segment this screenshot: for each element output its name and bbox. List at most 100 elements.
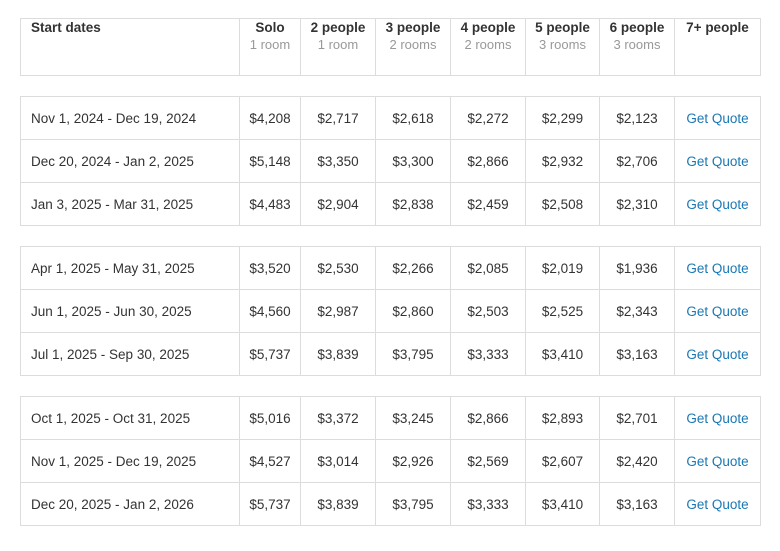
quote-cell: Get Quote — [674, 289, 761, 333]
start-date-range: Apr 1, 2025 - May 31, 2025 — [20, 246, 240, 290]
price-cell: $3,372 — [300, 396, 376, 440]
header-title: 6 people — [609, 20, 665, 35]
header-rooms: 1 room — [317, 37, 359, 52]
header-solo: Solo 1 room — [239, 18, 301, 76]
price-cell: $5,148 — [239, 139, 301, 183]
header-6-people: 6 people 3 rooms — [599, 18, 675, 76]
header-title: 2 people — [310, 20, 366, 35]
date-group-table: Oct 1, 2025 - Oct 31, 2025 $5,016 $3,372 $3… — [20, 396, 761, 526]
header-row: Start dates Solo 1 room 2 people 1 room … — [20, 18, 761, 76]
header-rooms: 1 room — [249, 37, 291, 52]
price-cell: $2,310 — [599, 182, 675, 226]
table-row: Nov 1, 2024 - Dec 19, 2024 $4,208 $2,717 $2… — [20, 96, 761, 140]
header-title: Solo — [255, 20, 285, 35]
start-date-range: Nov 1, 2024 - Dec 19, 2024 — [20, 96, 240, 140]
get-quote-link[interactable]: Get Quote — [686, 304, 748, 319]
price-cell: $2,987 — [300, 289, 376, 333]
price-cell: $3,163 — [599, 332, 675, 376]
get-quote-link[interactable]: Get Quote — [686, 454, 748, 469]
start-date-range: Jan 3, 2025 - Mar 31, 2025 — [20, 182, 240, 226]
price-cell: $3,245 — [375, 396, 451, 440]
quote-cell: Get Quote — [674, 139, 761, 183]
quote-cell: Get Quote — [674, 96, 761, 140]
price-cell: $3,839 — [300, 482, 376, 526]
price-cell: $5,016 — [239, 396, 301, 440]
price-cell: $2,123 — [599, 96, 675, 140]
get-quote-link[interactable]: Get Quote — [686, 111, 748, 126]
header-rooms: 2 rooms — [464, 37, 512, 52]
table-row: Dec 20, 2025 - Jan 2, 2026 $5,737 $3,839 $3… — [20, 482, 761, 526]
header-rooms: 3 rooms — [539, 37, 586, 52]
price-cell: $4,560 — [239, 289, 301, 333]
price-cell: $3,795 — [375, 332, 451, 376]
price-cell: $2,893 — [525, 396, 600, 440]
price-cell: $2,860 — [375, 289, 451, 333]
get-quote-link[interactable]: Get Quote — [686, 197, 748, 212]
price-cell: $2,019 — [525, 246, 600, 290]
pricing-header: Start dates Solo 1 room 2 people 1 room … — [20, 18, 761, 76]
price-cell: $4,483 — [239, 182, 301, 226]
price-cell: $2,569 — [450, 439, 526, 483]
start-date-range: Jun 1, 2025 - Jun 30, 2025 — [20, 289, 240, 333]
price-cell: $1,936 — [599, 246, 675, 290]
date-group-table: Apr 1, 2025 - May 31, 2025 $3,520 $2,530 $2… — [20, 246, 761, 376]
price-cell: $4,527 — [239, 439, 301, 483]
header-2-people: 2 people 1 room — [300, 18, 376, 76]
header-3-people: 3 people 2 rooms — [375, 18, 451, 76]
price-cell: $5,737 — [239, 482, 301, 526]
quote-cell: Get Quote — [674, 439, 761, 483]
price-cell: $2,530 — [300, 246, 376, 290]
table-row: Apr 1, 2025 - May 31, 2025 $3,520 $2,530 $2… — [20, 246, 761, 290]
price-cell: $3,410 — [525, 482, 600, 526]
price-cell: $2,926 — [375, 439, 451, 483]
price-cell: $2,420 — [599, 439, 675, 483]
price-cell: $2,866 — [450, 139, 526, 183]
price-cell: $3,163 — [599, 482, 675, 526]
start-date-range: Dec 20, 2024 - Jan 2, 2025 — [20, 139, 240, 183]
header-5-people: 5 people 3 rooms — [525, 18, 600, 76]
quote-cell: Get Quote — [674, 182, 761, 226]
header-rooms: 3 rooms — [613, 37, 661, 52]
price-cell: $3,410 — [525, 332, 600, 376]
table-row: Nov 1, 2025 - Dec 19, 2025 $4,527 $3,014 $2… — [20, 439, 761, 483]
header-title: 4 people — [460, 20, 516, 35]
price-cell: $2,701 — [599, 396, 675, 440]
table-row: Jun 1, 2025 - Jun 30, 2025 $4,560 $2,987 $2… — [20, 289, 761, 333]
get-quote-link[interactable]: Get Quote — [686, 154, 748, 169]
header-title: 7+ people — [686, 20, 749, 35]
price-cell: $5,737 — [239, 332, 301, 376]
quote-cell: Get Quote — [674, 396, 761, 440]
price-cell: $2,904 — [300, 182, 376, 226]
get-quote-link[interactable]: Get Quote — [686, 411, 748, 426]
table-row: Jul 1, 2025 - Sep 30, 2025 $5,737 $3,839 $3… — [20, 332, 761, 376]
price-cell: $3,839 — [300, 332, 376, 376]
pricing-table: Start dates Solo 1 room 2 people 1 room … — [20, 18, 761, 526]
get-quote-link[interactable]: Get Quote — [686, 261, 748, 276]
price-cell: $2,503 — [450, 289, 526, 333]
price-cell: $2,525 — [525, 289, 600, 333]
header-start-dates: Start dates — [20, 18, 240, 76]
price-cell: $4,208 — [239, 96, 301, 140]
table-row: Dec 20, 2024 - Jan 2, 2025 $5,148 $3,350 $3… — [20, 139, 761, 183]
price-cell: $2,272 — [450, 96, 526, 140]
price-cell: $2,266 — [375, 246, 451, 290]
price-cell: $3,333 — [450, 482, 526, 526]
quote-cell: Get Quote — [674, 246, 761, 290]
price-cell: $3,333 — [450, 332, 526, 376]
table-row: Jan 3, 2025 - Mar 31, 2025 $4,483 $2,904 $2… — [20, 182, 761, 226]
header-rooms: 2 rooms — [389, 37, 437, 52]
price-cell: $2,706 — [599, 139, 675, 183]
price-cell: $2,618 — [375, 96, 451, 140]
header-4-people: 4 people 2 rooms — [450, 18, 526, 76]
price-cell: $2,343 — [599, 289, 675, 333]
get-quote-link[interactable]: Get Quote — [686, 347, 748, 362]
header-title: 3 people — [385, 20, 441, 35]
start-date-range: Oct 1, 2025 - Oct 31, 2025 — [20, 396, 240, 440]
table-row: Oct 1, 2025 - Oct 31, 2025 $5,016 $3,372 $3… — [20, 396, 761, 440]
date-groups: Nov 1, 2024 - Dec 19, 2024 $4,208 $2,717 $2… — [20, 96, 761, 526]
header-7-plus-people: 7+ people — [674, 18, 761, 76]
price-cell: $2,717 — [300, 96, 376, 140]
price-cell: $3,520 — [239, 246, 301, 290]
get-quote-link[interactable]: Get Quote — [686, 497, 748, 512]
price-cell: $2,508 — [525, 182, 600, 226]
